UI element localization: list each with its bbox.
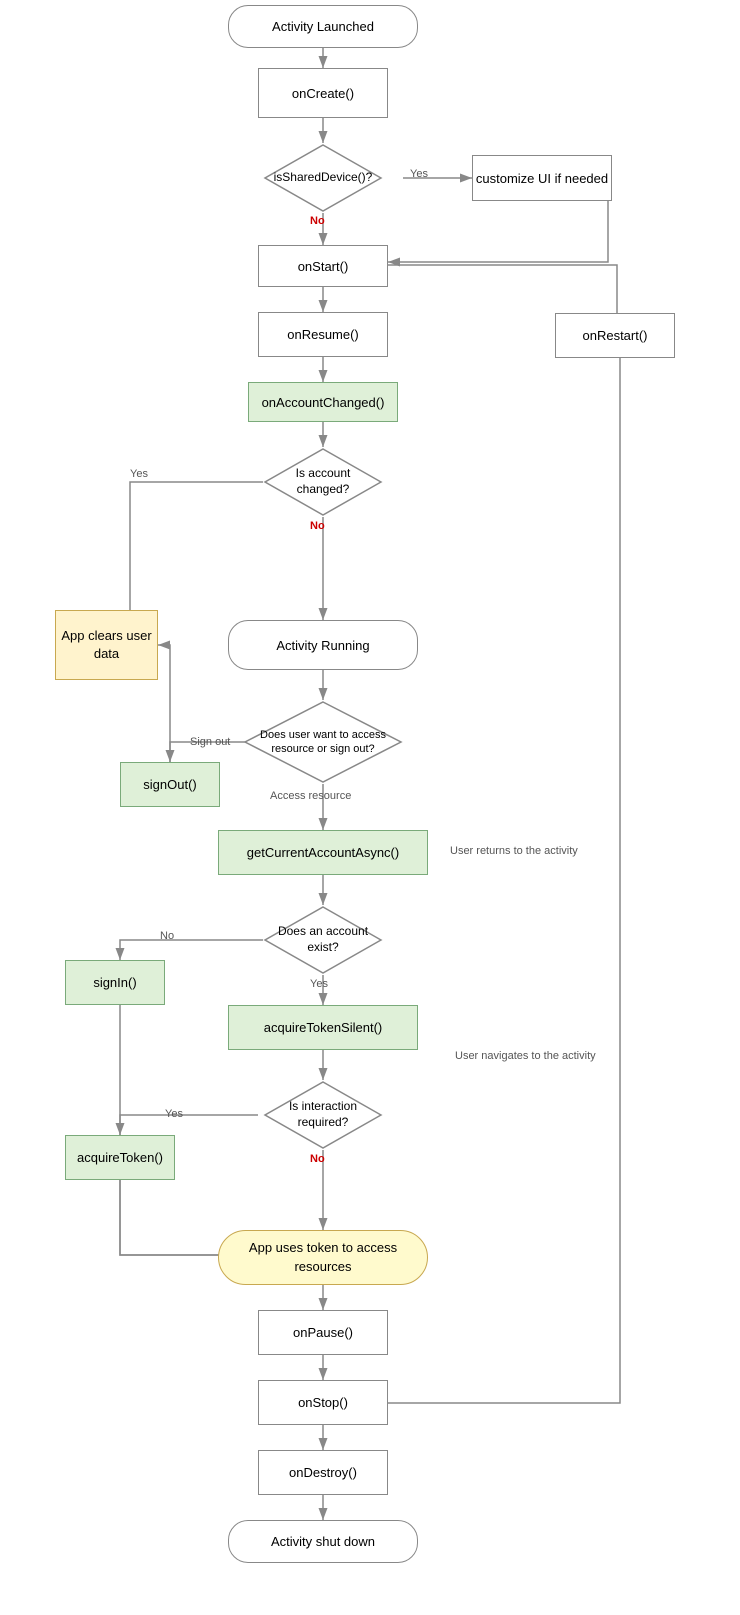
arrows-layer	[0, 0, 740, 1615]
sign-out-node: signOut()	[120, 762, 220, 807]
is-shared-yes-label: Yes	[410, 168, 428, 180]
activity-shutdown-node: Activity shut down	[228, 1520, 418, 1563]
on-account-changed-label: onAccountChanged()	[262, 395, 385, 410]
on-create-label: onCreate()	[292, 86, 354, 101]
customize-ui-node: customize UI if needed	[472, 155, 612, 201]
does-account-yes-label: Yes	[310, 978, 328, 990]
is-interaction-node: Is interaction required?	[263, 1080, 383, 1150]
does-account-exist-label: Does an account exist?	[263, 919, 383, 960]
activity-launched-label: Activity Launched	[272, 19, 374, 34]
sign-out-label: Sign out	[190, 736, 230, 748]
does-account-no-label: No	[160, 930, 174, 942]
on-destroy-label: onDestroy()	[289, 1465, 357, 1480]
is-account-no-label: No	[310, 520, 325, 532]
app-uses-token-label: App uses token to access resources	[219, 1239, 427, 1275]
on-stop-node: onStop()	[258, 1380, 388, 1425]
is-interaction-yes-label: Yes	[165, 1108, 183, 1120]
access-resource-label: Access resource	[270, 790, 351, 802]
is-shared-device-node: isSharedDevice()?	[263, 143, 383, 213]
activity-launched-node: Activity Launched	[228, 5, 418, 48]
acquire-token-node: acquireToken()	[65, 1135, 175, 1180]
acquire-token-silent-node: acquireTokenSilent()	[228, 1005, 418, 1050]
is-interaction-label: Is interaction required?	[263, 1094, 383, 1135]
on-restart-node: onRestart()	[555, 313, 675, 358]
app-uses-token-node: App uses token to access resources	[218, 1230, 428, 1285]
app-clears-label: App clears user data	[56, 627, 157, 663]
user-navigates-label: User navigates to the activity	[455, 1050, 596, 1062]
app-clears-node: App clears user data	[55, 610, 158, 680]
on-create-node: onCreate()	[258, 68, 388, 118]
sign-in-label: signIn()	[93, 975, 136, 990]
on-stop-label: onStop()	[298, 1395, 348, 1410]
user-returns-label: User returns to the activity	[450, 845, 578, 857]
on-restart-label: onRestart()	[582, 328, 647, 343]
on-resume-node: onResume()	[258, 312, 388, 357]
flowchart-diagram: Activity Launched onCreate() isSharedDev…	[0, 0, 740, 1615]
is-account-changed-label: Is account changed?	[263, 461, 383, 502]
on-start-label: onStart()	[298, 259, 349, 274]
is-account-changed-node: Is account changed?	[263, 447, 383, 517]
sign-out-node-label: signOut()	[143, 777, 196, 792]
activity-shutdown-label: Activity shut down	[271, 1534, 375, 1549]
sign-out-question-label: Does user want to access resource or sig…	[243, 723, 403, 762]
customize-ui-label: customize UI if needed	[476, 171, 608, 186]
is-shared-device-label: isSharedDevice()?	[269, 165, 378, 191]
on-pause-label: onPause()	[293, 1325, 353, 1340]
on-resume-label: onResume()	[287, 327, 359, 342]
is-interaction-no-label: No	[310, 1153, 325, 1165]
on-start-node: onStart()	[258, 245, 388, 287]
on-account-changed-node: onAccountChanged()	[248, 382, 398, 422]
does-account-exist-node: Does an account exist?	[263, 905, 383, 975]
get-current-account-node: getCurrentAccountAsync()	[218, 830, 428, 875]
activity-running-node: Activity Running	[228, 620, 418, 670]
get-current-account-label: getCurrentAccountAsync()	[247, 845, 399, 860]
activity-running-label: Activity Running	[276, 638, 369, 653]
on-destroy-node: onDestroy()	[258, 1450, 388, 1495]
acquire-token-label: acquireToken()	[77, 1150, 163, 1165]
is-shared-no-label: No	[310, 215, 325, 227]
on-pause-node: onPause()	[258, 1310, 388, 1355]
sign-in-node: signIn()	[65, 960, 165, 1005]
sign-out-question-node: Does user want to access resource or sig…	[243, 700, 403, 784]
acquire-token-silent-label: acquireTokenSilent()	[264, 1020, 383, 1035]
is-account-yes-label: Yes	[130, 468, 148, 480]
